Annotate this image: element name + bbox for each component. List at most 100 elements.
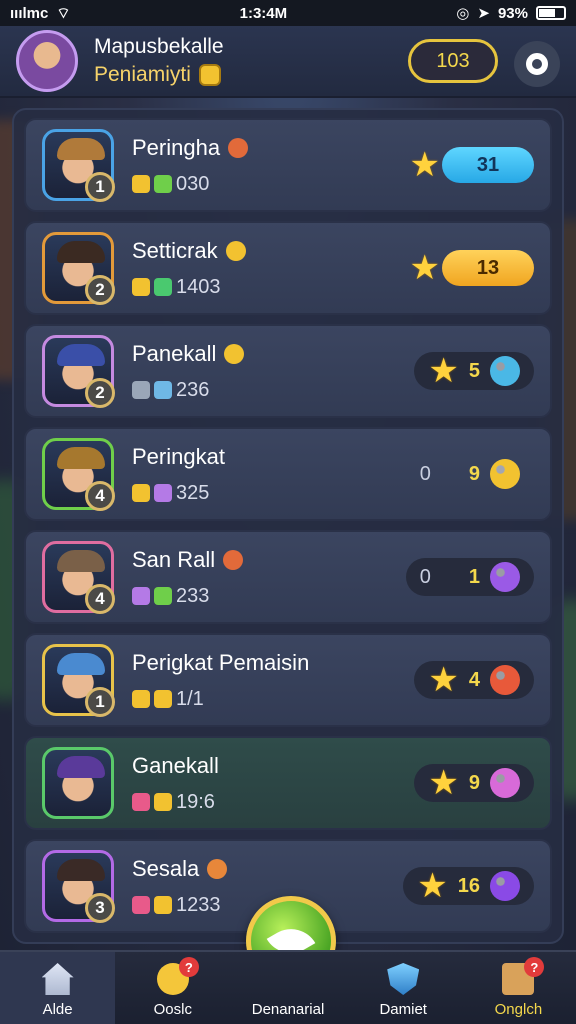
player-portrait: 1 xyxy=(42,129,115,202)
title-badge-icon xyxy=(228,137,249,158)
coin-balance[interactable]: 103 xyxy=(408,39,498,83)
score-value: 13 xyxy=(442,250,534,286)
leaderboard-row[interactable]: Ganekall 19:6 ★ 9 xyxy=(24,736,552,830)
title-badge-icon xyxy=(225,240,246,261)
nav-item-home[interactable]: Alde xyxy=(0,952,116,1024)
chat-bubble-icon: ? xyxy=(156,957,199,995)
stat-icon xyxy=(132,896,150,914)
nav-item-shop[interactable]: ? Onglch xyxy=(461,952,576,1024)
shield-icon xyxy=(387,963,420,995)
battery-icon xyxy=(536,6,566,20)
stat-icon xyxy=(154,587,172,605)
star-icon: ★ xyxy=(428,352,459,390)
stat-icon xyxy=(132,793,150,811)
star-icon: ★ xyxy=(409,146,440,184)
settings-icon xyxy=(526,53,548,75)
leaderboard-list: 1 Peringha 030 ★ 31 2 Setticrak 1403 ★ 1… xyxy=(12,108,564,944)
player-stat-value: 236 xyxy=(176,378,210,401)
player-name: Mapusbekalle xyxy=(94,35,224,58)
player-portrait: 2 xyxy=(42,232,115,305)
player-name: Peringkat xyxy=(132,443,225,469)
bottom-nav: Alde ? Ooslc Denanarial Damiet ? Onglch xyxy=(0,950,576,1024)
player-name: Panekall xyxy=(132,340,217,366)
player-stat-value: 325 xyxy=(176,481,210,504)
stat-icon xyxy=(154,484,172,502)
player-portrait: 4 xyxy=(42,541,115,614)
reward-gem-icon xyxy=(490,768,520,798)
stat-icon xyxy=(132,278,150,296)
score-pill: ★ 9 xyxy=(414,764,534,802)
player-subtitle: Peniamiyti xyxy=(94,63,191,86)
wifi-icon: ⌔ xyxy=(56,4,71,22)
stat-icon xyxy=(154,690,172,708)
reward-gem-icon xyxy=(490,665,520,695)
hat-icon xyxy=(57,344,105,366)
nav-item-center[interactable]: Denanarial xyxy=(230,952,345,1024)
leaderboard-row[interactable]: 2 Setticrak 1403 ★ 13 xyxy=(24,221,552,315)
stat-icon xyxy=(132,484,150,502)
score-value: 31 xyxy=(442,147,534,183)
alarm-icon: ◎ xyxy=(456,5,470,22)
rank-badge: 1 xyxy=(85,172,115,202)
title-badge-icon xyxy=(224,343,245,364)
score-value: 1 xyxy=(468,565,480,588)
player-name: Setticrak xyxy=(132,237,218,263)
stat-icon xyxy=(154,278,172,296)
leaderboard-row[interactable]: 4 Peringkat 325 0 9 xyxy=(24,427,552,521)
profile-header: Mapusbekalle Peniamiyti 103 xyxy=(0,26,576,98)
coin-icon xyxy=(198,64,221,86)
star-icon: ★ xyxy=(428,764,459,802)
score-prefix: 0 xyxy=(419,462,431,485)
leaderboard-row[interactable]: 1 Perigkat Pemaisin 1/1 ★ 4 xyxy=(24,633,552,727)
rank-badge: 2 xyxy=(85,378,115,408)
clock: 1:3:4M xyxy=(239,4,288,22)
score-value: 5 xyxy=(468,359,480,382)
nav-item-social[interactable]: ? Ooslc xyxy=(115,952,230,1024)
leaderboard-row[interactable]: 4 San Rall 233 0 1 xyxy=(24,530,552,624)
hat-icon xyxy=(57,859,105,881)
nav-label: Ooslc xyxy=(153,1001,192,1018)
reward-gem-icon xyxy=(490,871,520,901)
player-portrait: 1 xyxy=(42,644,115,717)
chest-icon: ? xyxy=(502,957,545,995)
stat-icon xyxy=(132,175,150,193)
score-value: 4 xyxy=(468,668,480,691)
rank-badge: 3 xyxy=(85,893,115,923)
player-portrait xyxy=(42,747,114,819)
score-value: 9 xyxy=(468,771,480,794)
battery-percent: 93% xyxy=(497,4,528,22)
star-icon: ★ xyxy=(417,867,448,905)
nav-label: Onglch xyxy=(494,1001,543,1018)
settings-button[interactable] xyxy=(514,41,560,87)
hat-icon xyxy=(57,447,105,469)
leaderboard-row[interactable]: 2 Panekall 236 ★ 5 xyxy=(24,324,552,418)
reward-gem-icon xyxy=(490,356,520,386)
score-value: 9 xyxy=(468,462,480,485)
notification-badge: ? xyxy=(524,957,545,977)
star-icon: ★ xyxy=(428,661,459,699)
hat-icon xyxy=(57,653,105,675)
player-stat-value: 1403 xyxy=(176,275,221,298)
hat-icon xyxy=(57,550,105,572)
score-pill: ★ 16 xyxy=(403,867,534,905)
notification-badge: ? xyxy=(178,957,199,977)
player-stat-value: 19:6 xyxy=(176,790,215,813)
player-avatar[interactable] xyxy=(16,30,78,92)
carrier-label: ııılmc xyxy=(10,4,49,22)
score-pill: ★ 13 xyxy=(410,249,534,287)
player-name: Peringha xyxy=(132,134,221,160)
reward-gem-icon xyxy=(490,562,520,592)
nav-label: Denanarial xyxy=(251,1001,325,1018)
score-pill: 0 9 xyxy=(406,455,534,493)
player-stat-value: 233 xyxy=(176,584,210,607)
leaderboard-row[interactable]: 1 Peringha 030 ★ 31 xyxy=(24,118,552,212)
player-name: Ganekall xyxy=(132,752,219,778)
status-bar: ııılmc ⌔ 1:3:4M ◎ ➤ 93% xyxy=(0,0,576,26)
player-stat-value: 1233 xyxy=(176,893,221,916)
stat-icon xyxy=(154,175,172,193)
nav-item-shield[interactable]: Damiet xyxy=(346,952,461,1024)
rank-badge: 1 xyxy=(85,687,115,717)
player-name: San Rall xyxy=(132,546,216,572)
stat-icon xyxy=(132,381,150,399)
stat-icon xyxy=(132,587,150,605)
